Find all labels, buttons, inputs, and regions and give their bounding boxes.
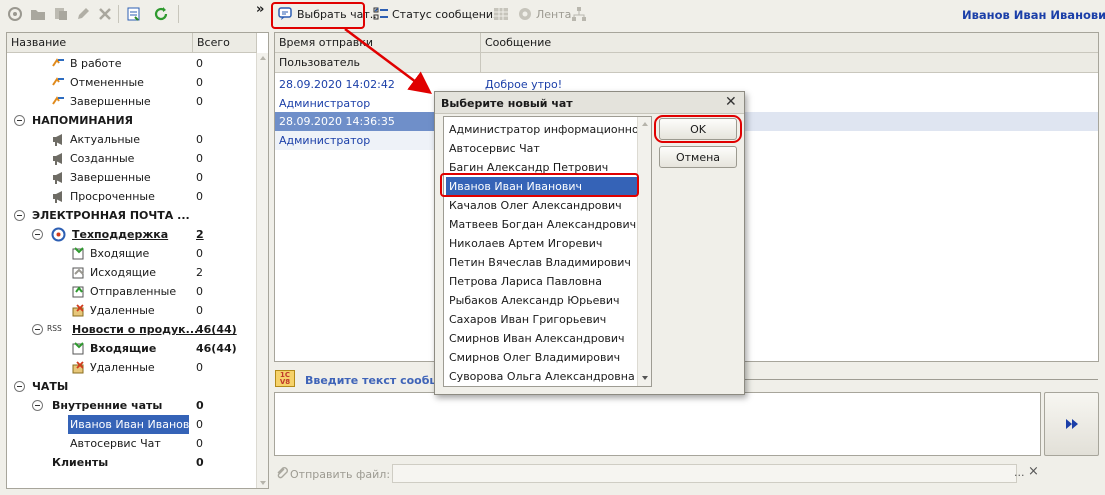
annotation-arrow (344, 27, 433, 94)
